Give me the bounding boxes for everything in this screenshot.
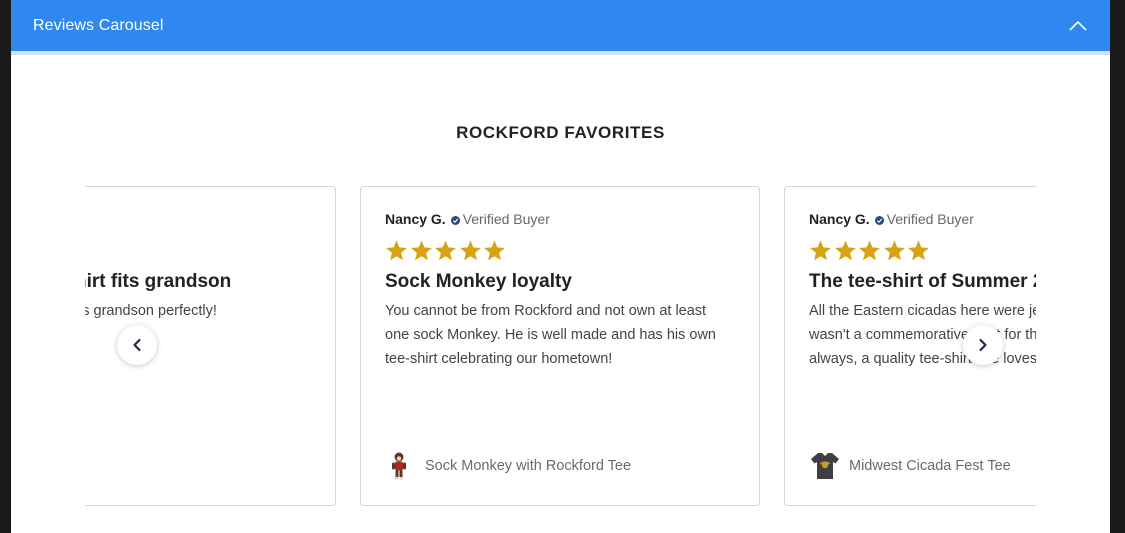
star-icon [435, 240, 456, 261]
reviewer-line: Nancy G. Verified Buyer [385, 211, 550, 227]
review-body: You cannot be from Rockford and not own … [385, 303, 716, 367]
star-icon [859, 240, 880, 261]
star-rating [809, 239, 932, 263]
carousel-prev-button[interactable] [117, 325, 157, 365]
star-icon [386, 240, 407, 261]
review-body: its grandson perfectly! [85, 303, 217, 319]
verified-check-icon [874, 216, 884, 225]
star-icon [908, 240, 929, 261]
product-name[interactable]: Midwest Cicada Fest Tee [849, 458, 1011, 474]
chevron-left-icon [133, 338, 141, 352]
reviews-carousel: uyer hirt fits grandson its grandson per… [85, 186, 1036, 506]
section-title: ROCKFORD FAVORITES [456, 123, 665, 142]
star-icon [410, 240, 432, 261]
star-icon [810, 240, 831, 261]
verified-check-icon [450, 216, 460, 225]
reviewer-name: Nancy G. [809, 211, 870, 227]
tee-shirt-thumbnail [811, 453, 839, 479]
carousel-next-button[interactable] [963, 325, 1003, 365]
review-title: hirt fits grandson [85, 271, 232, 292]
accordion-header[interactable]: Reviews Carousel [11, 0, 1110, 55]
star-icon [883, 240, 905, 261]
star-icon [484, 240, 505, 261]
chevron-right-icon [979, 338, 987, 352]
reviews-panel: Reviews Carousel ROCKFORD FAVORITES uyer… [11, 0, 1110, 533]
review-title: The tee-shirt of Summer 2024 [809, 271, 1036, 292]
review-title: Sock Monkey loyalty [385, 271, 572, 292]
reviewer-name: Nancy G. [385, 211, 446, 227]
accordion-title: Reviews Carousel [33, 17, 164, 34]
star-rating [385, 239, 508, 263]
star-icon [459, 240, 481, 261]
star-icon [834, 240, 856, 261]
review-card: Nancy G. Verified Buyer Sock Monkey loyal… [360, 186, 760, 506]
review-body: All the Eastern cicadas here were jealou… [809, 303, 1036, 367]
verified-buyer-label: Verified Buyer [886, 211, 974, 227]
reviewer-line: Nancy G. Verified Buyer [809, 211, 974, 227]
sock-monkey-thumbnail [392, 452, 406, 480]
verified-buyer-label: Verified Buyer [462, 211, 550, 227]
product-name[interactable]: Sock Monkey with Rockford Tee [425, 458, 631, 474]
chevron-up-icon[interactable] [1067, 16, 1089, 36]
